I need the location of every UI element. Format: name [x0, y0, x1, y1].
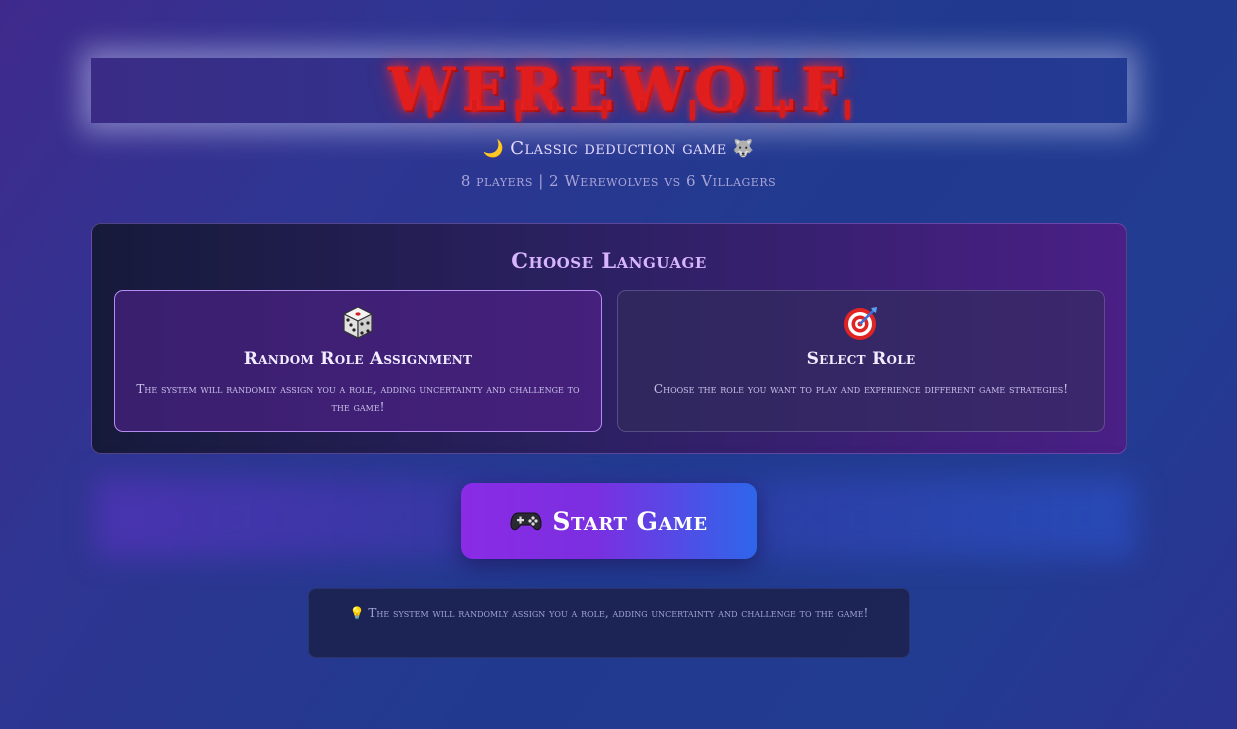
random-role-option[interactable]: Random Role Assignment The system will r…: [114, 290, 602, 432]
target-icon: [618, 305, 1104, 341]
gamepad-icon: [510, 512, 542, 531]
hint-box: 💡 The system will randomly assign you a …: [308, 588, 910, 658]
random-role-description: The system will randomly assign you a ro…: [136, 382, 580, 414]
subtitle: 🌙 Classic deduction game 🐺: [0, 138, 1237, 159]
select-role-option[interactable]: Select Role Choose the role you want to …: [617, 290, 1105, 432]
random-role-title: Random Role Assignment: [243, 349, 473, 369]
crescent-moon-icon: 🌙: [482, 139, 505, 159]
dice-icon: [115, 305, 601, 341]
lightbulb-icon: 💡: [349, 606, 365, 620]
select-role-description: Choose the role you want to play and exp…: [653, 382, 1069, 396]
subtitle-text: Classic deduction game: [510, 138, 727, 159]
start-game-label: Start Game: [552, 506, 708, 536]
choose-title: Choose Language: [511, 248, 707, 273]
wolf-icon: 🐺: [732, 139, 755, 159]
start-game-button[interactable]: Start Game: [461, 483, 757, 559]
blood-drips: [340, 100, 880, 130]
choose-panel: Choose Language Random Role Assignment T…: [91, 223, 1127, 454]
select-role-title: Select Role: [806, 349, 916, 369]
players-info: 8 players | 2 Werewolves vs 6 Villagers: [460, 172, 777, 190]
hint-text: The system will randomly assign you a ro…: [368, 606, 869, 620]
